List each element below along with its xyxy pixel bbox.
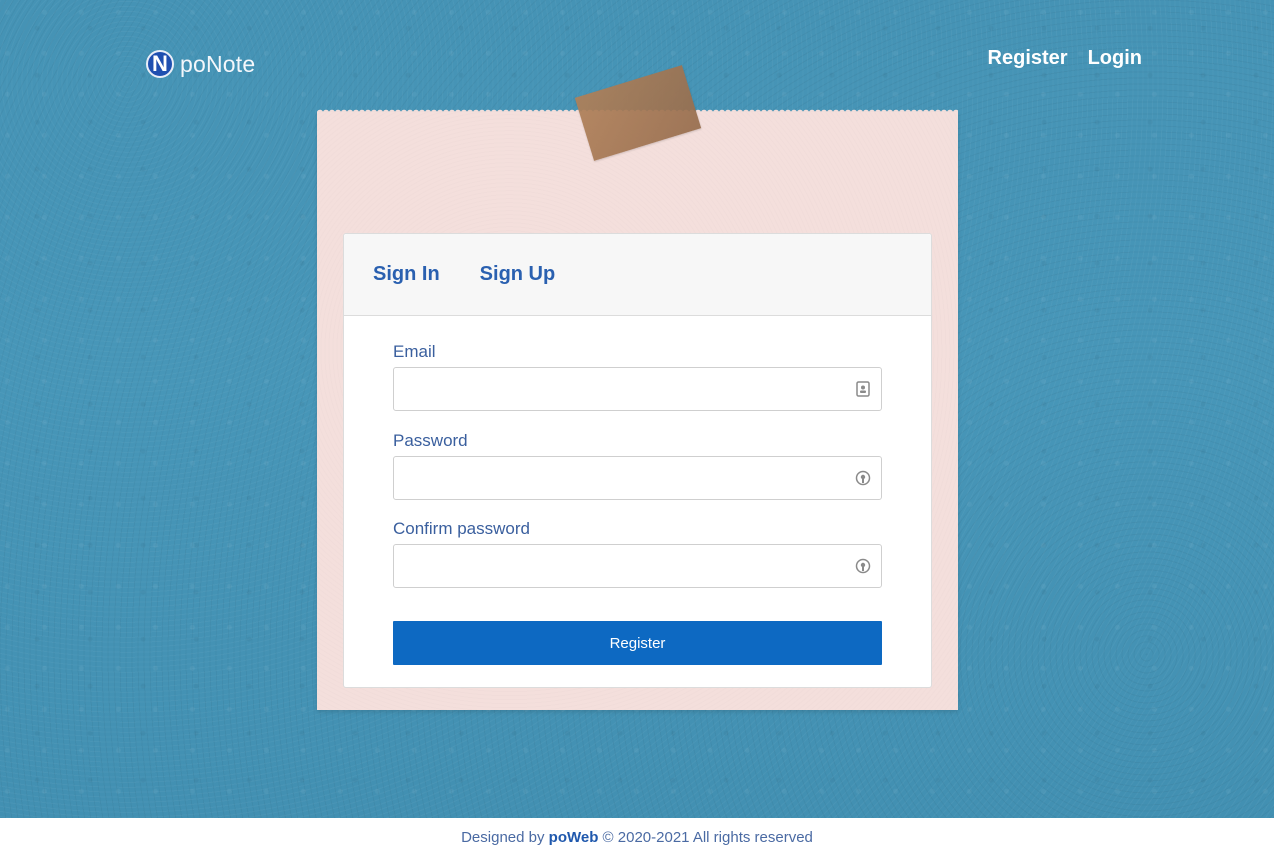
nav-register-link[interactable]: Register [988,47,1068,70]
auth-tabs: Sign In Sign Up [344,234,931,316]
footer-brand-link[interactable]: poWeb [549,829,599,846]
logo-mark-icon: N [146,50,174,78]
register-page: N poNote Register Login Sign In Sign Up … [0,0,1274,865]
tab-sign-in[interactable]: Sign In [373,263,440,286]
logo[interactable]: N poNote [146,50,255,78]
confirm-password-label: Confirm password [393,519,530,538]
email-input[interactable] [394,368,858,408]
logo-text: poNote [180,50,256,77]
email-field-wrapper [393,367,882,411]
register-submit-button[interactable]: Register [393,621,882,665]
password-label: Password [393,431,468,450]
nav-login-link[interactable]: Login [1088,47,1142,70]
tab-sign-up[interactable]: Sign Up [480,263,556,286]
lock-icon [855,558,871,574]
footer: Designed by poWeb © 2020-2021 All rights… [0,818,1274,865]
password-input[interactable] [394,457,858,497]
footer-prefix: Designed by [461,829,545,846]
confirm-password-field-wrapper [393,544,882,588]
confirm-password-input[interactable] [394,545,858,585]
top-nav: Register Login [988,47,1142,70]
email-label: Email [393,342,436,361]
auth-card: Sign In Sign Up Email Password Confirm p… [343,233,932,688]
lock-icon [855,470,871,486]
password-field-wrapper [393,456,882,500]
contact-card-icon [856,381,870,397]
footer-copyright: © 2020-2021 All rights reserved [602,829,813,846]
